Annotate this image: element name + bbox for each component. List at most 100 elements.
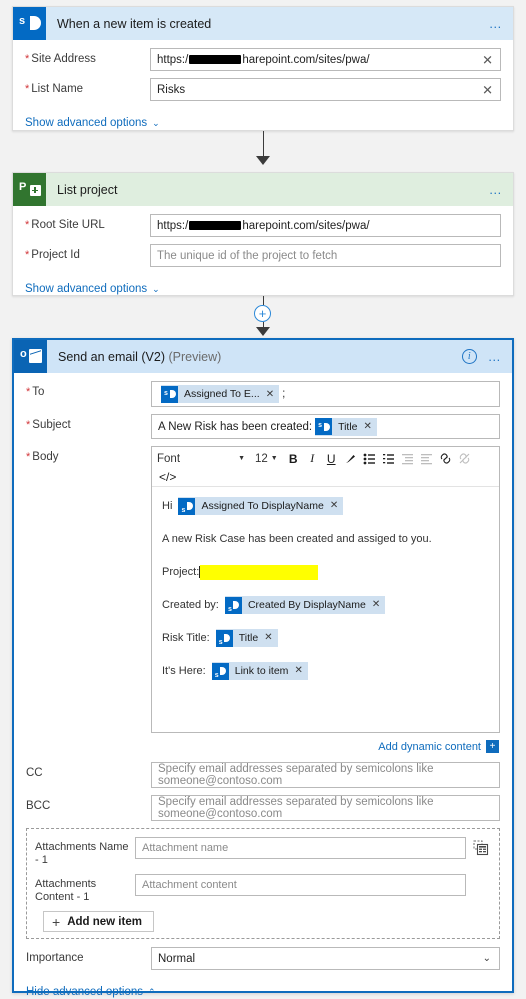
bulleted-list-icon[interactable] — [360, 450, 379, 468]
project-card-header[interactable]: P List project … — [13, 173, 513, 206]
body-line-intro: A new Risk Case has been created and ass… — [162, 530, 491, 548]
sharepoint-token-icon — [315, 418, 333, 435]
outlook-icon: o — [14, 340, 47, 373]
link-icon[interactable] — [436, 450, 455, 468]
remove-token-icon[interactable]: ✕ — [264, 629, 272, 647]
body-line-text: Risk Title: — [162, 632, 210, 645]
email-card-title: Send an email (V2) (Preview) — [58, 350, 221, 364]
token-chip-label: Title — [338, 420, 358, 433]
attachment-name-input[interactable]: Attachment name — [135, 837, 466, 859]
dynamic-content-picker-icon[interactable] — [471, 837, 491, 856]
bcc-input[interactable]: Specify email addresses separated by sem… — [151, 795, 500, 821]
chevron-up-icon: ⌃ — [148, 986, 156, 997]
token-chip-label: Created By DisplayName — [247, 599, 366, 612]
insert-step-button[interactable]: + — [254, 305, 271, 322]
add-dynamic-content-row[interactable]: Add dynamic content + — [26, 740, 499, 753]
connector-trigger-to-project — [0, 131, 526, 167]
hide-advanced-options-email-label: Hide advanced options — [26, 986, 143, 998]
trigger-card-when-a-new-item-is-created[interactable]: s When a new item is created … Site Addr… — [12, 6, 514, 131]
indent-icon[interactable] — [417, 450, 436, 468]
root-site-url-redaction — [189, 221, 242, 230]
label-to: To — [26, 381, 151, 398]
arrow-down-icon — [256, 156, 270, 165]
field-row-project-id: Project Id The unique id of the project … — [25, 244, 501, 267]
site-address-input[interactable]: https:/ harepoint.com/sites/pwa/ ✕ — [150, 48, 501, 71]
remove-token-icon[interactable]: ✕ — [364, 421, 372, 432]
clear-icon-site-address[interactable]: ✕ — [482, 53, 493, 66]
email-card-more-menu[interactable]: … — [488, 350, 503, 363]
font-size-dropdown[interactable]: 12 ▼ — [255, 453, 278, 465]
outdent-icon[interactable] — [398, 450, 417, 468]
site-address-redaction — [189, 55, 242, 64]
add-dynamic-content-plus-icon[interactable]: + — [486, 740, 499, 753]
body-rich-text-editor[interactable]: Font ▼ 12 ▼ B I U </> Hi s Assigned To D… — [151, 446, 500, 733]
plus-icon: + — [52, 913, 61, 930]
clear-icon-list-name[interactable]: ✕ — [482, 83, 493, 96]
body-line-text: A new Risk Case has been created and ass… — [162, 533, 432, 546]
importance-select[interactable]: Normal ⌄ — [151, 947, 500, 970]
field-row-subject: Subject A New Risk has been created: Tit… — [26, 414, 500, 439]
numbered-list-icon[interactable] — [379, 450, 398, 468]
info-icon[interactable]: i — [461, 349, 477, 364]
bcc-placeholder: Specify email addresses separated by sem… — [158, 796, 434, 820]
show-advanced-options-project-label: Show advanced options — [25, 283, 148, 295]
root-site-url-input[interactable]: https:/ harepoint.com/sites/pwa/ — [150, 214, 501, 237]
attachment-content-input[interactable]: Attachment content — [135, 874, 466, 896]
trigger-card-more-menu[interactable]: … — [489, 17, 504, 30]
to-input[interactable]: Assigned To E... ✕ ; — [151, 381, 500, 407]
token-chip-label: Assigned To DisplayName — [201, 500, 324, 513]
rich-text-toolbar: Font ▼ 12 ▼ B I U </> — [152, 447, 499, 487]
hide-advanced-options-email[interactable]: Hide advanced options ⌃ — [26, 986, 156, 998]
list-name-value: Risks — [157, 83, 186, 96]
attachment-name-row: Attachments Name - 1 Attachment name — [35, 837, 491, 867]
highlighter-icon[interactable] — [341, 450, 360, 468]
unlink-icon[interactable] — [455, 450, 474, 468]
field-row-to: To Assigned To E... ✕ ; — [26, 381, 500, 407]
subject-input[interactable]: A New Risk has been created: Title ✕ — [151, 414, 500, 439]
remove-token-icon[interactable]: ✕ — [294, 662, 302, 680]
field-row-list-name: List Name Risks ✕ — [25, 78, 501, 101]
token-chip-link-to-item[interactable]: Link to item ✕ — [211, 662, 308, 685]
bold-button[interactable]: B — [284, 450, 303, 468]
underline-button[interactable]: U — [322, 450, 341, 468]
body-content-area[interactable]: Hi Assigned To DisplayName ✕ A new Risk … — [152, 487, 499, 732]
trigger-card-header[interactable]: s When a new item is created … — [13, 7, 513, 40]
code-view-button[interactable]: </> — [159, 470, 176, 484]
token-chip-title[interactable]: Title ✕ — [215, 629, 278, 652]
cc-placeholder: Specify email addresses separated by sem… — [158, 763, 434, 787]
project-card-title: List project — [57, 182, 118, 197]
body-line-text: Created by: — [162, 599, 219, 612]
token-chip-assigned-to-displayname[interactable]: Assigned To DisplayName ✕ — [178, 497, 344, 520]
project-id-input[interactable]: The unique id of the project to fetch — [150, 244, 501, 267]
token-chip-label: Title — [238, 632, 259, 645]
remove-token-icon[interactable]: ✕ — [330, 497, 338, 515]
add-new-item-button[interactable]: + Add new item — [43, 911, 154, 932]
action-card-list-project[interactable]: P List project … Root Site URL https:/ ha… — [12, 172, 514, 296]
token-chip-created-by-displayname[interactable]: Created By DisplayName ✕ — [224, 596, 386, 619]
chevron-down-icon: ▼ — [270, 455, 278, 462]
cc-input[interactable]: Specify email addresses separated by sem… — [151, 762, 500, 788]
add-dynamic-content-link[interactable]: Add dynamic content — [378, 741, 481, 753]
italic-button[interactable]: I — [303, 450, 322, 468]
project-card-more-menu[interactable]: … — [489, 183, 504, 196]
remove-token-icon[interactable]: ✕ — [372, 596, 380, 614]
sharepoint-token-icon — [215, 629, 233, 652]
list-name-input[interactable]: Risks ✕ — [150, 78, 501, 101]
email-card-header[interactable]: o Send an email (V2) (Preview) i … — [14, 340, 512, 373]
label-subject: Subject — [26, 414, 151, 431]
remove-token-icon[interactable]: ✕ — [266, 389, 274, 400]
action-card-send-an-email[interactable]: o Send an email (V2) (Preview) i … To As… — [12, 338, 514, 998]
label-attachments-content: Attachments Content - 1 — [35, 878, 97, 903]
token-chip-label: Link to item — [234, 665, 289, 678]
font-family-dropdown[interactable]: Font ▼ — [157, 453, 249, 465]
connector-project-to-email: + — [0, 296, 526, 336]
project-icon: P — [13, 173, 46, 206]
subject-static-text: A New Risk has been created: — [158, 420, 313, 433]
token-chip-assigned-to-email[interactable]: Assigned To E... ✕ — [161, 385, 280, 403]
label-project-id: Project Id — [25, 244, 150, 261]
body-line-greeting: Hi Assigned To DisplayName ✕ — [162, 497, 491, 520]
token-chip-title[interactable]: Title ✕ — [315, 417, 377, 436]
font-family-value: Font — [157, 452, 181, 465]
show-advanced-options-project[interactable]: Show advanced options ⌄ — [25, 283, 160, 295]
show-advanced-options-trigger[interactable]: Show advanced options ⌄ — [25, 117, 160, 129]
